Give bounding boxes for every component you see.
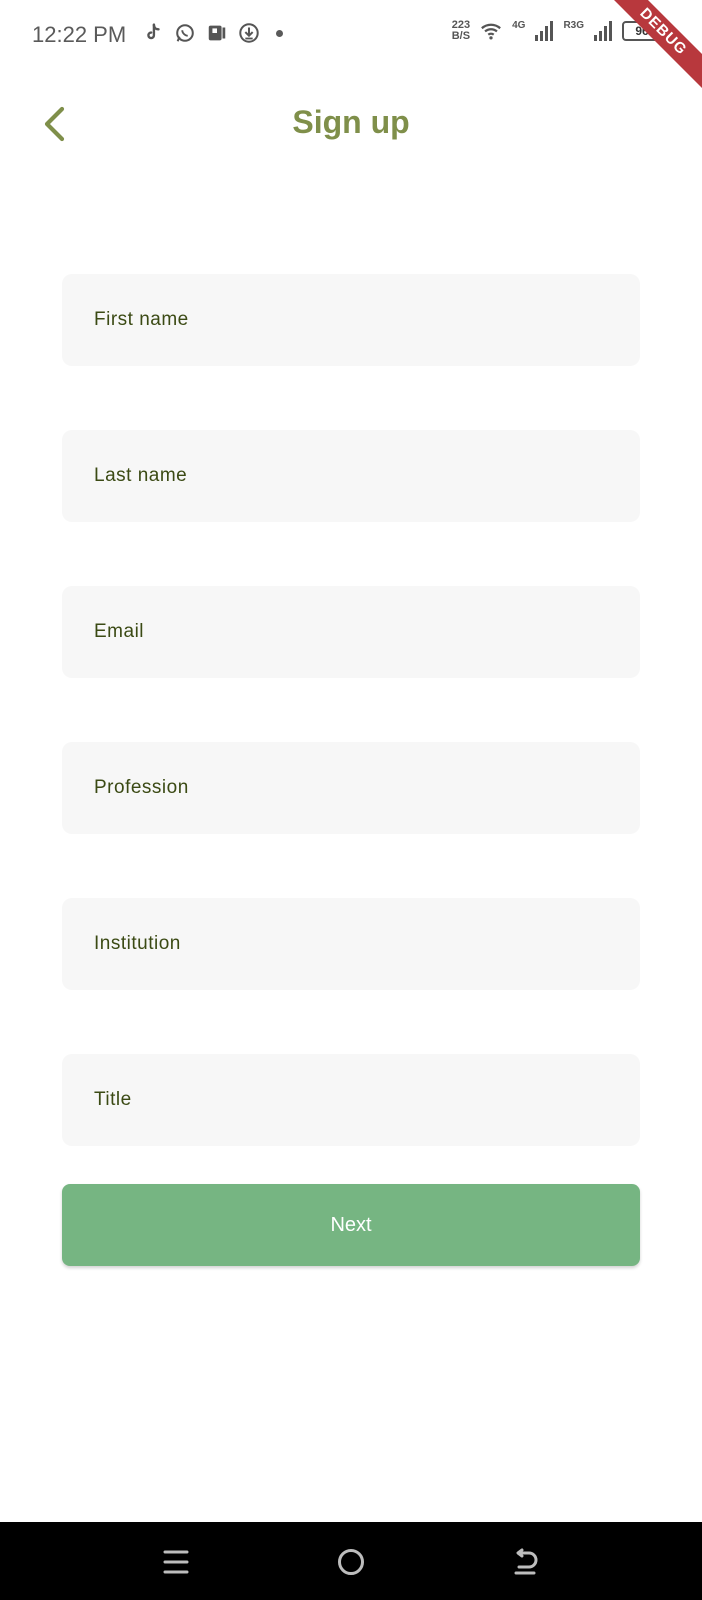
- notification-icons: [142, 22, 283, 44]
- status-time: 12:22 PM: [32, 22, 127, 47]
- status-bar: 12:22 PM 223 B/S 4G R3G 96: [0, 0, 702, 72]
- email-field[interactable]: Email: [62, 586, 640, 678]
- back-nav-button[interactable]: [508, 1544, 544, 1580]
- signal-icon-2: [594, 21, 612, 41]
- first-name-label: First name: [94, 309, 189, 330]
- wifi-icon: [480, 20, 502, 42]
- email-label: Email: [94, 621, 145, 642]
- institution-field[interactable]: Institution: [62, 898, 640, 990]
- menu-icon: [163, 1550, 189, 1574]
- signal-icon: [535, 21, 554, 41]
- system-icons: 223 B/S 4G R3G 96: [452, 20, 662, 42]
- home-button[interactable]: [333, 1544, 369, 1580]
- first-name-field[interactable]: First name: [62, 274, 640, 366]
- menu-button[interactable]: [158, 1544, 194, 1580]
- network-4g: 4G: [512, 19, 526, 31]
- net-speed-unit: B/S: [451, 30, 471, 42]
- profession-label: Profession: [94, 777, 189, 798]
- last-name-field[interactable]: Last name: [62, 430, 640, 522]
- navigation-bar: [0, 1522, 702, 1600]
- download-icon: [238, 22, 260, 44]
- page-title: Sign up: [292, 104, 410, 140]
- profession-field[interactable]: Profession: [62, 742, 640, 834]
- signup-screen: 12:22 PM 223 B/S 4G R3G 96 DEBUG Sign up…: [0, 0, 702, 1600]
- title-field[interactable]: Title: [62, 1054, 640, 1146]
- net-speed: 223 B/S: [452, 20, 470, 42]
- more-notifications-dot: [276, 29, 283, 37]
- institution-label: Institution: [94, 933, 181, 954]
- network-r3g: R3G: [563, 19, 584, 31]
- next-button[interactable]: Next: [62, 1184, 640, 1266]
- back-icon: [514, 1548, 538, 1575]
- app-bar: Sign up: [0, 92, 702, 156]
- parking-icon: [206, 22, 228, 44]
- next-button-label: Next: [330, 1213, 372, 1236]
- tiktok-icon: [142, 22, 164, 44]
- last-name-label: Last name: [94, 465, 188, 486]
- whatsapp-icon: [174, 22, 196, 44]
- home-icon: [338, 1549, 364, 1575]
- title-label: Title: [94, 1089, 132, 1110]
